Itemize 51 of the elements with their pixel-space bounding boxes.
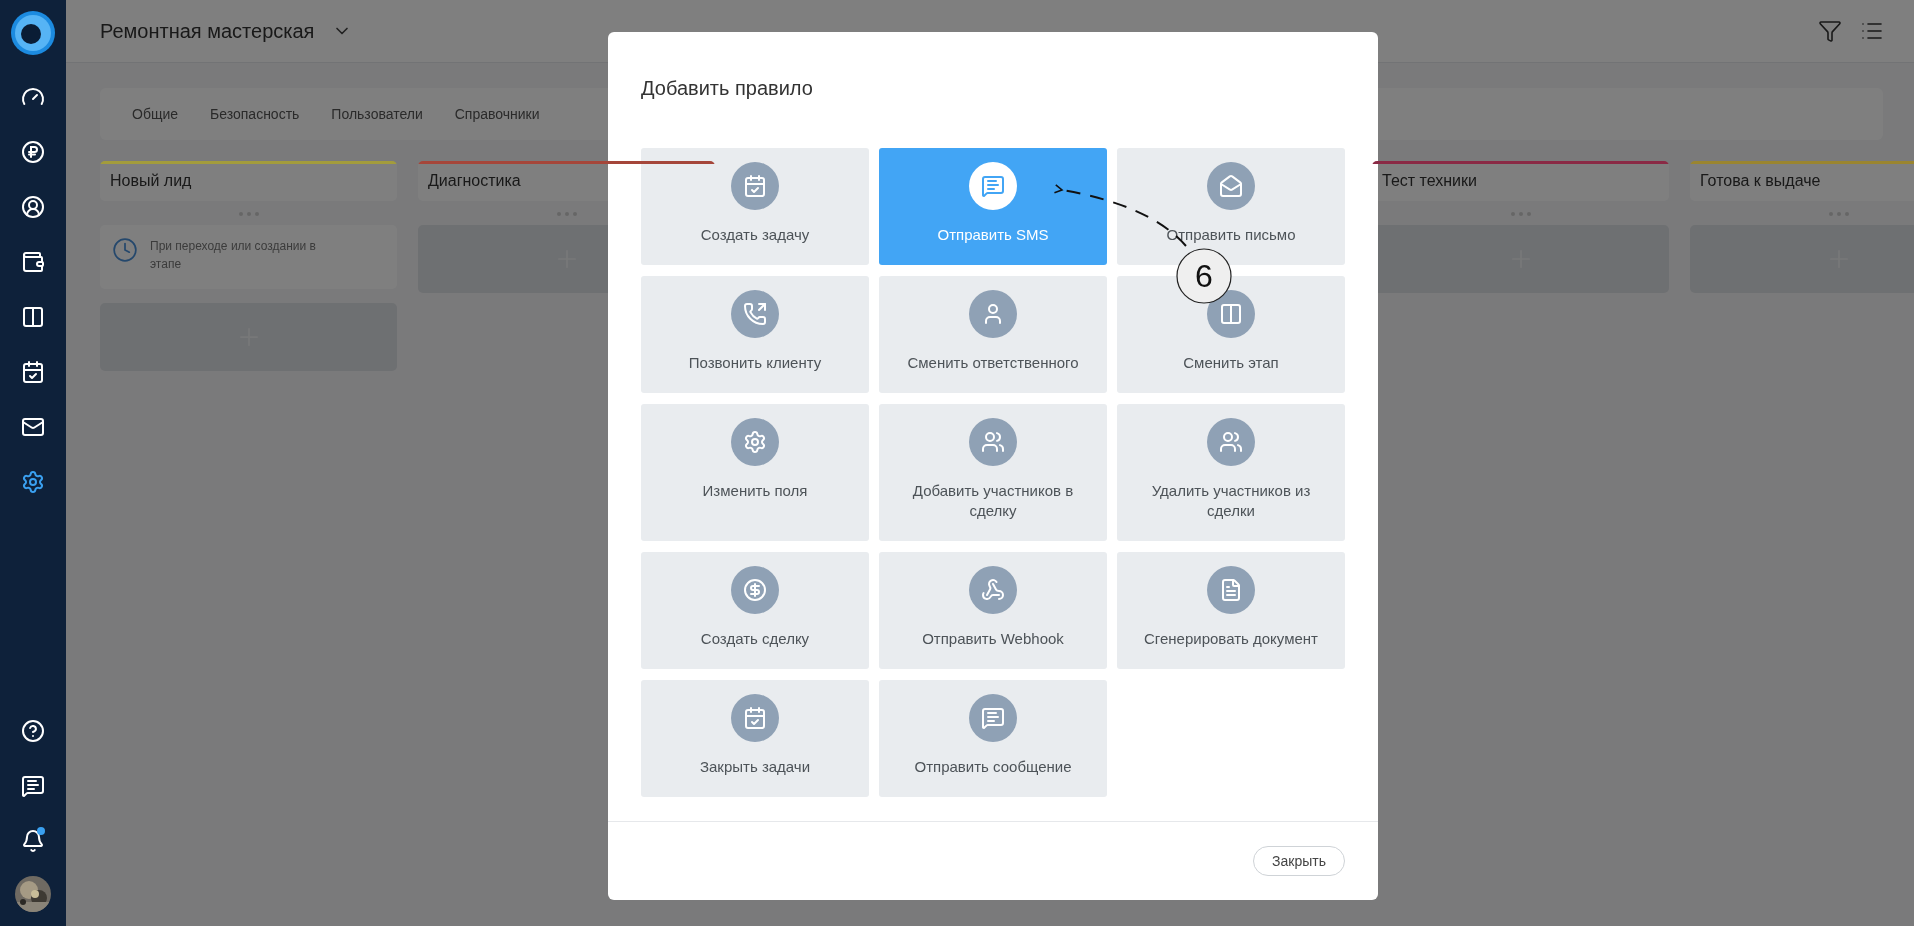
action-tile[interactable]: Сгенерировать документ <box>1117 552 1345 669</box>
action-tile[interactable]: Создать сделку <box>641 552 869 669</box>
columns-icon <box>21 305 45 329</box>
workspace-title[interactable]: Ремонтная мастерская <box>100 19 315 43</box>
bell-icon <box>21 829 45 853</box>
users-icon <box>981 430 1005 454</box>
mail-icon <box>21 415 45 439</box>
close-button[interactable]: Закрыть <box>1253 846 1345 876</box>
action-tile[interactable]: Позвонить клиенту <box>641 276 869 393</box>
clock-icon <box>112 237 138 263</box>
user-circle-icon <box>21 195 45 219</box>
column-title: Тест техники <box>1382 172 1477 190</box>
wallet-icon <box>21 250 45 274</box>
webhook-icon <box>981 578 1005 602</box>
action-tile[interactable]: Создать задачу <box>641 148 869 265</box>
action-tile[interactable]: Отправить сообщение <box>879 680 1107 797</box>
action-tile[interactable]: Удалить участников из сделки <box>1117 404 1345 541</box>
settings-tab[interactable]: Справочники <box>454 106 540 122</box>
column-title: Новый лид <box>110 172 192 190</box>
action-tile[interactable]: Сменить ответственного <box>879 276 1107 393</box>
gear-icon <box>743 430 767 454</box>
action-tile[interactable]: Добавить участников в сделку <box>879 404 1107 541</box>
calendar-check-icon <box>743 706 767 730</box>
ruble-icon <box>21 140 45 164</box>
chat-icon <box>981 706 1005 730</box>
action-tile[interactable]: Изменить поля <box>641 404 869 541</box>
help-icon <box>21 719 45 743</box>
calendar-check-icon <box>21 360 45 384</box>
column-title: Готова к выдаче <box>1700 172 1821 190</box>
users-icon <box>1219 430 1243 454</box>
chat-icon <box>981 174 1005 198</box>
dollar-icon <box>743 578 767 602</box>
settings-tab[interactable]: Безопасность <box>210 106 300 122</box>
action-tile[interactable]: Отправить письмо <box>1117 148 1345 265</box>
settings-tab[interactable]: Общие <box>132 106 179 122</box>
columns-icon <box>1219 302 1243 326</box>
phone-icon <box>743 302 767 326</box>
settings-tab[interactable]: Пользователи <box>331 106 423 122</box>
envelope-icon <box>1219 174 1243 198</box>
settings-icon <box>21 470 45 494</box>
calendar-check-icon <box>743 174 767 198</box>
column-title: Диагностика <box>428 172 521 190</box>
document-icon <box>1219 578 1243 602</box>
action-tile[interactable]: Закрыть задачи <box>641 680 869 797</box>
trigger-text: При переходе или создании в этапе <box>150 238 317 273</box>
logo-icon[interactable] <box>10 10 56 56</box>
filter-icon[interactable] <box>1818 19 1842 43</box>
chat-icon <box>21 774 45 798</box>
dialog-title: Добавить правило <box>641 76 814 101</box>
callout-circle <box>1176 248 1232 304</box>
action-tile[interactable]: Отправить Webhook <box>879 552 1107 669</box>
